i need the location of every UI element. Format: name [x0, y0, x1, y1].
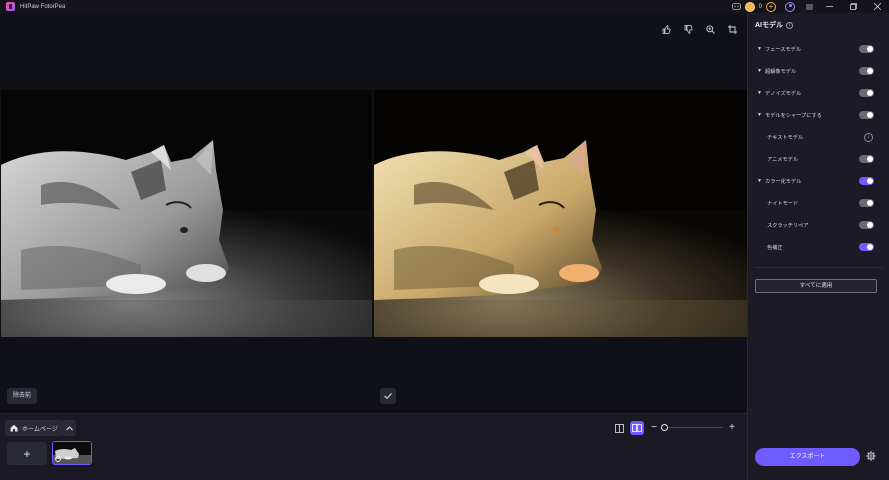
home-label: ホームページ [22, 426, 58, 433]
app-title: HitPaw FotorPea [20, 3, 66, 10]
discord-icon[interactable] [729, 0, 745, 13]
restore-button[interactable] [841, 0, 865, 13]
caret-down-icon[interactable]: ▼ [757, 46, 763, 52]
model-row-super-resolution[interactable]: ▼ 超解像モデル [748, 63, 889, 79]
canvas-toolbar [659, 22, 739, 36]
zoom-out-button[interactable]: − [650, 422, 658, 434]
buy-coins-button[interactable]: + [766, 1, 776, 12]
caret-down-icon[interactable]: ▼ [757, 68, 763, 74]
model-label: 色補正 [767, 244, 783, 251]
zoom-in-button[interactable]: + [728, 422, 736, 434]
apply-all-button[interactable]: すべてに適用 [755, 279, 877, 293]
model-label: テキストモデル [767, 134, 804, 141]
check-icon [384, 393, 392, 399]
single-view-button[interactable] [613, 422, 625, 434]
before-removal-button[interactable]: 除去前 [7, 388, 38, 404]
model-label: フェースモデル [765, 46, 802, 53]
caret-down-icon[interactable]: ▼ [757, 90, 763, 96]
model-label: 超解像モデル [765, 68, 797, 75]
color-correction-toggle[interactable] [859, 243, 874, 251]
panel-divider [755, 267, 883, 268]
app-window: HitPaw FotorPea 0 + 除去前 ホームページ + − + AIモ… [0, 0, 889, 480]
before-image [1, 90, 374, 337]
user-avatar-icon[interactable] [785, 1, 795, 12]
panel-title: AIモデル i [755, 20, 793, 30]
zoom-slider-track[interactable] [663, 427, 723, 428]
coin-count: 0 [758, 3, 762, 10]
title-bar: HitPaw FotorPea 0 + [0, 0, 889, 13]
colorize-toggle[interactable] [859, 177, 874, 185]
scratch-repair-toggle[interactable] [859, 221, 874, 229]
model-row-anime[interactable]: アニメモデル [748, 151, 889, 167]
crop-icon[interactable] [725, 22, 739, 36]
settings-button[interactable] [865, 450, 877, 462]
gear-icon [866, 451, 876, 461]
model-row-colorize[interactable]: ▼ カラー化モデル [748, 173, 889, 189]
add-image-button[interactable]: + [7, 442, 47, 465]
caret-down-icon[interactable]: ▼ [757, 112, 763, 118]
model-label: スクラッチリペア [767, 222, 809, 229]
model-row-face[interactable]: ▼ フェースモデル [748, 41, 889, 57]
download-icon[interactable]: ↓ [864, 132, 873, 142]
model-row-sharpen[interactable]: ▼ モデルをシャープにする [748, 107, 889, 123]
model-row-scratch-repair[interactable]: スクラッチリペア [748, 217, 889, 233]
model-row-color-correction[interactable]: 色補正 [748, 239, 889, 255]
confirm-button[interactable] [380, 388, 396, 404]
home-button[interactable]: ホームページ [5, 420, 63, 436]
face-model-toggle[interactable] [859, 45, 874, 53]
thumbs-up-icon[interactable] [659, 22, 673, 36]
collapse-button[interactable] [62, 420, 76, 436]
side-by-side-view-button[interactable] [630, 421, 644, 435]
model-row-denoise[interactable]: ▼ デノイズモデル [748, 85, 889, 101]
minimize-button[interactable] [817, 0, 841, 13]
menu-icon[interactable] [801, 0, 817, 13]
model-label: カラー化モデル [765, 178, 802, 185]
home-icon [10, 424, 18, 432]
preview-canvas: 除去前 [0, 13, 747, 413]
model-label: モデルをシャープにする [765, 112, 822, 119]
anime-toggle[interactable] [859, 155, 874, 163]
panel-title-text: AIモデル [755, 22, 783, 29]
thumbs-down-icon[interactable] [681, 22, 695, 36]
model-row-night[interactable]: ナイトモード [748, 195, 889, 211]
chevron-up-icon [65, 425, 73, 430]
model-label: デノイズモデル [765, 90, 802, 97]
zoom-slider-handle[interactable] [661, 424, 668, 431]
model-label: アニメモデル [767, 156, 799, 163]
night-mode-toggle[interactable] [859, 199, 874, 207]
coin-balance[interactable]: 0 + [744, 1, 776, 12]
close-button[interactable] [865, 0, 889, 13]
denoise-toggle[interactable] [859, 89, 874, 97]
model-row-text[interactable]: テキストモデル ↓ [748, 129, 889, 145]
info-icon[interactable]: i [786, 21, 793, 29]
ai-model-panel: AIモデル i ▼ フェースモデル ▼ 超解像モデル ▼ デノイズモデル ▼ モ… [747, 13, 889, 480]
title-bar-controls: 0 + [729, 0, 889, 13]
export-button[interactable]: エクスポート [755, 448, 860, 466]
sharpen-toggle[interactable] [859, 111, 874, 119]
coin-icon [744, 1, 755, 12]
split-view-icon [614, 423, 624, 433]
image-thumbnail[interactable] [52, 441, 92, 465]
bottom-bar: ホームページ + − + [0, 413, 747, 480]
dual-view-icon [632, 424, 642, 432]
after-image [374, 90, 747, 337]
super-resolution-toggle[interactable] [859, 67, 874, 75]
caret-down-icon[interactable]: ▼ [757, 178, 763, 184]
zoom-in-icon[interactable] [703, 22, 717, 36]
model-label: ナイトモード [767, 200, 799, 207]
app-logo-icon [6, 2, 15, 11]
